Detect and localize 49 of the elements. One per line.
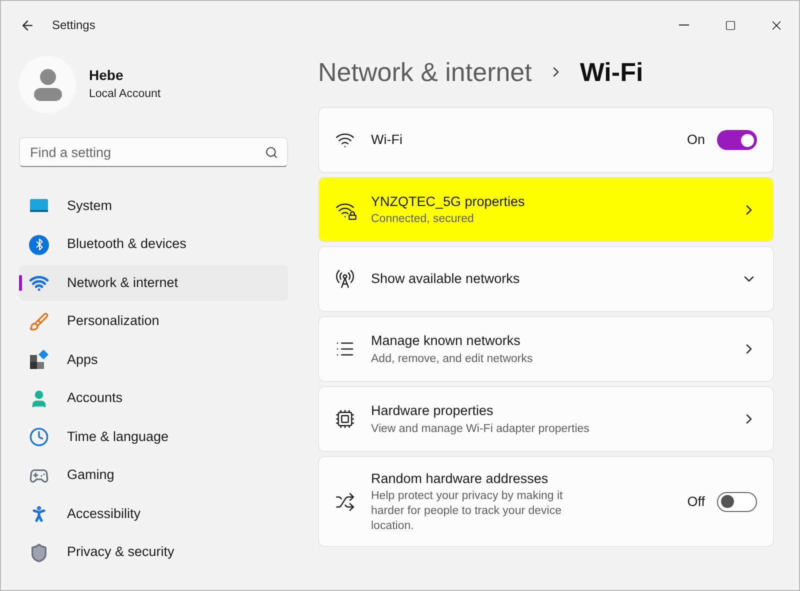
page-title: Wi-Fi: [580, 56, 644, 88]
antenna-icon: [335, 269, 355, 289]
chip-icon: [335, 409, 355, 429]
search-icon: [265, 146, 278, 159]
toggle-state-label: On: [686, 130, 705, 149]
shuffle-icon: [335, 492, 355, 512]
sidebar-item[interactable]: Time & language: [19, 419, 288, 455]
sidebar-item[interactable]: Apps: [19, 342, 288, 378]
setting-description: Connected, secured: [371, 212, 475, 228]
setting-title: YNZQTEC_5G properties: [371, 192, 526, 211]
shield-icon: [29, 542, 49, 562]
sidebar-item[interactable]: Personalization: [19, 304, 288, 340]
sidebar-item[interactable]: Accessibility: [19, 496, 288, 532]
setting-description: Add, remove, and edit networks: [371, 352, 534, 367]
wifi-icon: [29, 273, 49, 293]
toggle-switch[interactable]: [717, 130, 757, 150]
account-name: Hebe: [89, 66, 124, 86]
setting-card[interactable]: Random hardware addresses Help protect your privacy by making it harder for people to track your device location. Off: [318, 456, 774, 548]
setting-description: View and manage Wi-Fi adapter properties: [371, 422, 590, 437]
setting-card[interactable]: Manage known networks Add, remove, and edit networks: [318, 316, 774, 382]
setting-description: Help protect your privacy by making it harder for people to track your device location.: [371, 489, 564, 534]
window-title: Settings: [52, 17, 96, 34]
setting-card[interactable]: Wi-Fi On: [318, 107, 774, 173]
maximize-icon: [724, 20, 736, 30]
setting-title: Wi-Fi: [371, 130, 404, 149]
toggle-switch[interactable]: [717, 492, 757, 512]
sidebar-item[interactable]: Privacy & security: [19, 534, 288, 570]
clock-icon: [29, 427, 49, 447]
person-silhouette-icon: [34, 68, 62, 102]
account-type: Local Account: [89, 87, 161, 102]
sidebar-item[interactable]: System: [19, 188, 288, 224]
setting-title: Manage known networks: [371, 332, 522, 350]
setting-card[interactable]: Show available networks: [318, 246, 774, 312]
search-field[interactable]: Find a setting: [19, 137, 288, 167]
bluetooth-icon: [29, 234, 49, 254]
minimize-icon: [679, 24, 689, 26]
brush-icon: [29, 312, 49, 332]
apps-icon: [29, 350, 49, 370]
sidebar-item[interactable]: Network & internet: [19, 265, 288, 301]
breadcrumb-link[interactable]: Network & internet: [318, 52, 532, 92]
setting-title: Random hardware addresses: [371, 470, 550, 488]
sidebar-item[interactable]: Bluetooth & devices: [19, 226, 288, 262]
setting-title: Show available networks: [371, 270, 521, 288]
toggle-state-label: Off: [687, 492, 705, 510]
setting-card[interactable]: YNZQTEC_5G properties Connected, secured: [318, 177, 774, 242]
sidebar-item[interactable]: Gaming: [19, 458, 288, 494]
setting-title: Hardware properties: [371, 402, 494, 420]
sidebar-item[interactable]: Accounts: [19, 380, 288, 416]
setting-card[interactable]: Hardware properties View and manage Wi-Fi adapter properties: [318, 386, 774, 452]
